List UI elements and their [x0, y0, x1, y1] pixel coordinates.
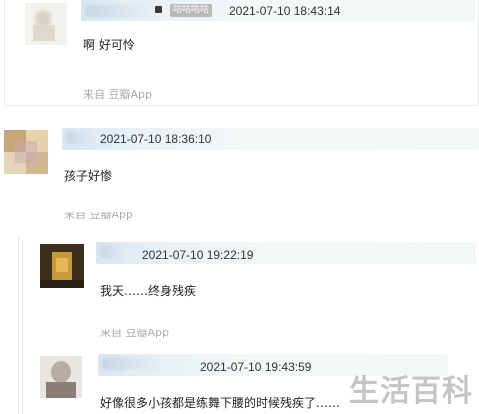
- avatar-image: [4, 130, 48, 174]
- comment-text: 好像很多小孩都是练舞下腰的时候残疾了……: [100, 396, 341, 410]
- avatar-image: [25, 3, 67, 45]
- user-badge: 咕咕咕咕: [170, 4, 213, 17]
- badge-icon: [155, 6, 162, 13]
- username[interactable]: [85, 5, 147, 17]
- comment-text: 孩子好惨: [64, 169, 113, 183]
- username[interactable]: [66, 132, 100, 144]
- comment-source[interactable]: 来自 豆瓣App: [83, 86, 152, 102]
- comment-timestamp: 2021-07-10 18:43:14: [229, 4, 341, 18]
- comment-1: 咕咕咕咕 2021-07-10 18:43:14 啊 好可怜 来自 豆瓣App: [4, 0, 479, 106]
- reply-thread-line: [18, 236, 19, 414]
- comment-2: 2021-07-10 18:36:10 孩子好惨 来自 豆瓣App: [0, 124, 479, 224]
- comment-timestamp: 2021-07-10 18:36:10: [100, 132, 212, 146]
- avatar[interactable]: [4, 130, 48, 174]
- comment-timestamp: 2021-07-10 19:22:19: [142, 248, 254, 262]
- username[interactable]: [102, 358, 160, 370]
- avatar-image: [40, 244, 84, 288]
- comment-timestamp: 2021-07-10 19:43:59: [200, 360, 312, 374]
- comment-source[interactable]: 来自 豆瓣App: [64, 212, 133, 220]
- comment-source[interactable]: 来自 豆瓣App: [100, 329, 169, 338]
- reply-thread-line: [22, 240, 23, 414]
- comment-3: 2021-07-10 19:22:19 我天……终身残疾 来自 豆瓣App: [28, 240, 479, 340]
- username[interactable]: [100, 246, 130, 258]
- avatar[interactable]: [40, 244, 84, 288]
- avatar-image: [40, 356, 82, 398]
- avatar[interactable]: [40, 356, 82, 398]
- comment-text: 我天……终身残疾: [100, 284, 197, 298]
- avatar[interactable]: [25, 3, 67, 45]
- watermark: 生活百科: [349, 374, 473, 409]
- comment-text: 啊 好可怜: [83, 38, 135, 52]
